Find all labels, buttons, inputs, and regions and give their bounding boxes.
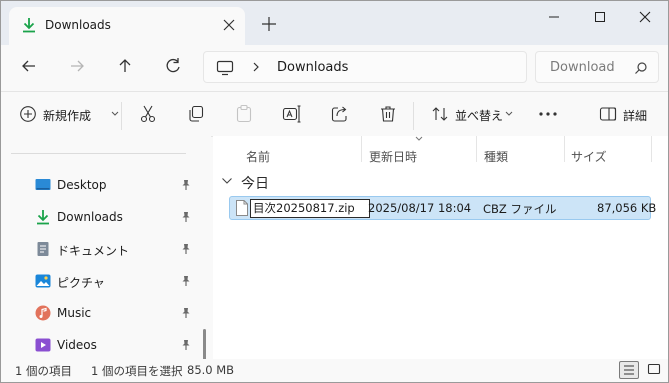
videos-icon bbox=[35, 338, 51, 352]
copy-icon[interactable] bbox=[186, 104, 206, 124]
forward-icon[interactable] bbox=[66, 55, 88, 77]
sidebar-item-label: Videos bbox=[57, 338, 97, 352]
more-options-icon[interactable] bbox=[537, 104, 559, 124]
sidebar-item-label: Downloads bbox=[57, 210, 123, 224]
refresh-icon[interactable] bbox=[162, 55, 184, 77]
file-list: 名前 更新日時 種類 サイズ 今日 目次20250817.zip 2025/08… bbox=[213, 136, 668, 359]
tiles-view-icon bbox=[647, 363, 661, 375]
details-view-button[interactable] bbox=[619, 361, 639, 379]
navigation-bar: Downloads Download bbox=[1, 45, 668, 87]
search-placeholder: Download bbox=[550, 60, 615, 75]
minimize-icon[interactable] bbox=[540, 7, 568, 27]
pin-icon[interactable] bbox=[180, 275, 192, 287]
selection-size: 85.0 MB bbox=[187, 363, 235, 377]
command-bar: 新規作成 並べ替え 詳細 bbox=[1, 92, 668, 136]
rename-input[interactable]: 目次20250817.zip bbox=[250, 199, 370, 218]
file-explorer-window: Downloads Downloads Download 新規作成 並べ替え 詳… bbox=[0, 0, 669, 383]
column-divider[interactable] bbox=[361, 136, 362, 162]
chevron-down-icon bbox=[222, 178, 232, 184]
address-bar[interactable]: Downloads bbox=[203, 51, 527, 83]
cut-icon[interactable] bbox=[138, 104, 158, 124]
pictures-icon bbox=[35, 274, 51, 288]
close-tab-icon[interactable] bbox=[219, 15, 239, 35]
selection-count: 1 個の項目を選択 bbox=[91, 364, 183, 378]
desktop-icon bbox=[35, 179, 51, 190]
pin-icon[interactable] bbox=[180, 243, 192, 255]
back-icon[interactable] bbox=[18, 55, 40, 77]
sort-icon bbox=[432, 107, 448, 121]
sort-caret-icon bbox=[415, 136, 423, 141]
download-icon bbox=[37, 210, 49, 225]
new-button-label: 新規作成 bbox=[43, 109, 92, 123]
pin-icon[interactable] bbox=[180, 211, 192, 223]
navigation-pane: Desktop Downloads ドキュメント ピクチャ Music Vide… bbox=[1, 136, 211, 382]
tab-title: Downloads bbox=[45, 18, 111, 32]
up-icon[interactable] bbox=[114, 55, 136, 77]
delete-icon[interactable] bbox=[378, 104, 398, 124]
chevron-right-icon[interactable] bbox=[250, 59, 262, 75]
group-label: 今日 bbox=[241, 176, 269, 192]
separator bbox=[121, 102, 122, 130]
download-icon bbox=[23, 18, 35, 33]
details-pane-icon bbox=[599, 107, 617, 121]
pc-icon[interactable] bbox=[216, 60, 234, 76]
sidebar-divider bbox=[11, 153, 186, 154]
sidebar-item-label: Desktop bbox=[57, 178, 107, 192]
new-tab-icon[interactable] bbox=[259, 14, 279, 34]
sort-button[interactable]: 並べ替え bbox=[427, 102, 517, 126]
maximize-icon[interactable] bbox=[586, 7, 614, 27]
separator bbox=[413, 102, 414, 130]
tab-downloads[interactable]: Downloads bbox=[9, 7, 245, 45]
details-pane-button[interactable]: 詳細 bbox=[597, 102, 659, 126]
chevron-down-icon bbox=[505, 111, 513, 116]
item-count: 1 個の項目 bbox=[15, 364, 72, 378]
tiles-view-button[interactable] bbox=[645, 361, 665, 379]
sort-button-label: 並べ替え bbox=[455, 109, 504, 123]
plus-circle-icon bbox=[20, 106, 36, 122]
rename-icon[interactable] bbox=[282, 104, 302, 124]
music-icon bbox=[35, 305, 51, 321]
sidebar-item-documents[interactable]: ドキュメント bbox=[35, 237, 195, 261]
file-icon bbox=[236, 200, 248, 216]
sidebar-item-label: ピクチャ bbox=[57, 276, 105, 290]
close-icon[interactable] bbox=[631, 7, 659, 27]
sidebar-item-videos[interactable]: Videos bbox=[35, 333, 195, 357]
sidebar-item-label: ドキュメント bbox=[57, 244, 130, 258]
pin-icon[interactable] bbox=[180, 179, 192, 191]
file-modified: 2025/08/17 18:04 bbox=[368, 201, 472, 215]
pin-icon[interactable] bbox=[180, 339, 192, 351]
table-row[interactable]: 目次20250817.zip 2025/08/17 18:04 CBZ ファイル… bbox=[229, 196, 656, 220]
search-box[interactable]: Download bbox=[535, 51, 659, 83]
paste-icon[interactable] bbox=[234, 104, 254, 124]
column-name-label: 名前 bbox=[246, 150, 271, 164]
details-button-label: 詳細 bbox=[623, 109, 648, 123]
status-bar: 1 個の項目 1 個の項目を選択 85.0 MB bbox=[1, 359, 668, 382]
column-modified-label: 更新日時 bbox=[369, 150, 418, 164]
column-divider[interactable] bbox=[651, 136, 652, 162]
sidebar-item-pictures[interactable]: ピクチャ bbox=[35, 269, 195, 293]
list-view-icon bbox=[624, 365, 634, 375]
documents-icon bbox=[37, 242, 49, 256]
sidebar-item-downloads[interactable]: Downloads bbox=[35, 205, 195, 229]
chevron-down-icon bbox=[111, 111, 119, 116]
pin-icon[interactable] bbox=[180, 307, 192, 319]
sidebar-item-music[interactable]: Music bbox=[35, 301, 195, 325]
column-size-label: サイズ bbox=[571, 150, 607, 164]
sidebar-item-desktop[interactable]: Desktop bbox=[35, 173, 195, 197]
sidebar-item-label: Music bbox=[57, 306, 92, 320]
share-icon[interactable] bbox=[330, 104, 350, 124]
file-type: CBZ ファイル bbox=[483, 202, 557, 216]
breadcrumb-downloads[interactable]: Downloads bbox=[277, 60, 348, 75]
tab-bar: Downloads bbox=[1, 1, 668, 45]
column-divider[interactable] bbox=[564, 136, 565, 162]
file-size: 87,056 KB bbox=[597, 201, 657, 215]
search-icon bbox=[635, 62, 647, 74]
column-type-label: 種類 bbox=[484, 150, 509, 164]
column-divider[interactable] bbox=[476, 136, 477, 162]
